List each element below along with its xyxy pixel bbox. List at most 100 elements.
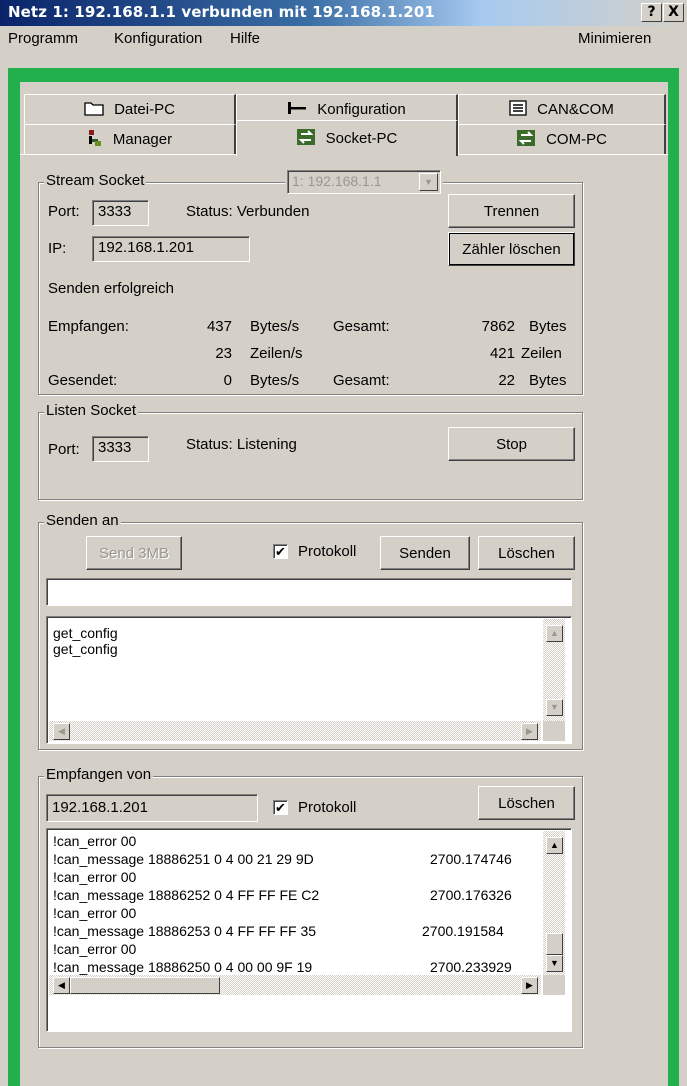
send-input[interactable]	[46, 578, 572, 606]
lines-per-s-label: Zeilen/s	[250, 345, 303, 362]
receive-protocol-label: Protokoll	[298, 799, 357, 816]
tab-manager[interactable]: Manager	[24, 124, 236, 154]
network-select[interactable]: 1: 192.168.1.1 ▼	[285, 170, 443, 194]
scroll-right-icon[interactable]: ▶	[521, 977, 538, 994]
sent-bytes-label: Bytes	[529, 372, 567, 389]
menu-hilfe[interactable]: Hilfe	[230, 30, 260, 47]
sent-label: Gesendet:	[48, 372, 118, 389]
tab-label: Konfiguration	[317, 101, 406, 118]
list-item: !can_message 18886251 0 4 00 21 29 9D	[53, 851, 314, 867]
sent-total-label: Gesamt:	[333, 372, 390, 389]
scroll-up-icon[interactable]: ▲	[546, 837, 563, 854]
lines-rate: 23	[215, 345, 232, 362]
receive-hscroll-thumb[interactable]	[70, 977, 220, 994]
socket-icon	[296, 128, 316, 149]
stop-button[interactable]: Stop	[448, 427, 575, 461]
sent-bytes-per-s-label: Bytes/s	[250, 372, 300, 389]
listen-socket-legend: Listen Socket	[44, 402, 139, 419]
menu-bar: Programm Konfiguration Hilfe Minimieren	[0, 26, 687, 52]
scroll-up-icon[interactable]: ▲	[546, 625, 563, 642]
send-status: Senden erfolgreich	[48, 280, 174, 297]
list-item: !can_error 00	[53, 869, 137, 885]
tab-com-pc[interactable]: COM-PC	[458, 124, 666, 154]
list-item: get_config	[53, 625, 118, 641]
listen-status: Status: Listening	[186, 436, 297, 453]
scroll-corner	[543, 975, 565, 995]
list-item: !can_error 00	[53, 905, 137, 921]
chevron-down-icon[interactable]: ▼	[419, 173, 438, 191]
list-item: get_config	[53, 641, 118, 657]
sent-rate: 0	[223, 372, 232, 389]
config-icon	[287, 101, 307, 118]
send-clear-button[interactable]: Löschen	[478, 536, 575, 570]
tab-label: COM-PC	[546, 131, 607, 148]
scroll-down-icon[interactable]: ▼	[546, 955, 563, 972]
list-item: !can_message 18886252 0 4 FF FF FE C2	[53, 887, 320, 903]
bytes-label: Bytes	[529, 318, 567, 335]
close-button[interactable]: X	[663, 3, 684, 22]
folder-icon	[84, 100, 104, 119]
scroll-corner	[543, 721, 565, 741]
send-legend: Senden an	[44, 512, 121, 529]
list-item-time: 2700.176326	[430, 887, 512, 903]
receive-vscroll-thumb[interactable]	[546, 933, 563, 955]
manager-icon	[87, 129, 103, 150]
list-item-time: 2700.174746	[430, 851, 512, 867]
receive-source-field[interactable]: 192.168.1.201	[46, 794, 258, 822]
menu-minimize[interactable]: Minimieren	[578, 30, 651, 47]
socket-icon	[516, 129, 536, 150]
lines-total: 421	[489, 345, 515, 362]
send-button[interactable]: Senden	[380, 536, 470, 570]
send-log-list[interactable]: get_config get_config ▲ ▼ ◀ ▶	[46, 616, 572, 744]
tab-can-com[interactable]: CAN&COM	[458, 94, 666, 124]
send-protocol-checkbox[interactable]: ✔	[273, 544, 288, 559]
network-select-value: 1: 192.168.1.1	[287, 170, 441, 194]
menu-programm[interactable]: Programm	[8, 30, 78, 47]
ip-field[interactable]: 192.168.1.201	[92, 236, 250, 262]
receive-clear-button[interactable]: Löschen	[478, 786, 575, 820]
stream-socket-legend: Stream Socket	[44, 172, 147, 189]
scroll-left-icon[interactable]: ◀	[53, 723, 70, 740]
lines-label: Zeilen	[521, 345, 562, 362]
tab-socket-pc[interactable]: Socket-PC	[236, 120, 458, 156]
send-hscrollbar[interactable]	[49, 721, 541, 741]
window-title: Netz 1: 192.168.1.1 verbunden mit 192.16…	[8, 3, 435, 21]
port-field[interactable]: 3333	[92, 200, 149, 226]
list-icon	[509, 100, 527, 119]
sent-total: 22	[498, 372, 515, 389]
received-label: Empfangen:	[48, 318, 129, 335]
tab-label: Datei-PC	[114, 101, 175, 118]
help-button[interactable]: ?	[641, 3, 662, 22]
clear-counter-button[interactable]: Zähler löschen	[448, 232, 575, 266]
list-item: !can_message 18886250 0 4 00 00 9F 19	[53, 959, 313, 975]
port-label: Port:	[48, 203, 80, 220]
title-bar[interactable]: Netz 1: 192.168.1.1 verbunden mit 192.16…	[0, 0, 687, 26]
received-rate: 437	[206, 318, 232, 335]
list-item-time: 2700.233929	[430, 959, 512, 975]
listen-port-label: Port:	[48, 441, 80, 458]
list-item: !can_error 00	[53, 941, 137, 957]
receive-log-list[interactable]: !can_error 00 !can_message 18886251 0 4 …	[46, 828, 572, 1032]
tab-label: Socket-PC	[325, 130, 398, 147]
menu-konfiguration[interactable]: Konfiguration	[114, 30, 202, 47]
list-item: !can_error 00	[53, 833, 137, 849]
tab-datei-pc[interactable]: Datei-PC	[24, 94, 236, 124]
list-item-time: 2700.191584	[422, 923, 504, 939]
received-total: 7862	[481, 318, 515, 335]
list-item: !can_message 18886253 0 4 FF FF FF 35	[53, 923, 317, 939]
disconnect-button[interactable]: Trennen	[448, 194, 575, 228]
ip-label: IP:	[48, 240, 67, 257]
send-protocol-label: Protokoll	[298, 543, 357, 560]
total-label: Gesamt:	[333, 318, 390, 335]
send-3mb-button[interactable]: Send 3MB	[86, 536, 182, 570]
connection-status: Status: Verbunden	[186, 203, 310, 220]
tab-label: Manager	[112, 131, 173, 148]
scroll-down-icon[interactable]: ▼	[546, 699, 563, 716]
tab-label: CAN&COM	[537, 101, 614, 118]
bytes-per-s-label: Bytes/s	[250, 318, 300, 335]
receive-legend: Empfangen von	[44, 766, 154, 783]
listen-port-field[interactable]: 3333	[92, 436, 149, 462]
scroll-left-icon[interactable]: ◀	[53, 977, 70, 994]
receive-protocol-checkbox[interactable]: ✔	[273, 800, 288, 815]
scroll-right-icon[interactable]: ▶	[521, 723, 538, 740]
